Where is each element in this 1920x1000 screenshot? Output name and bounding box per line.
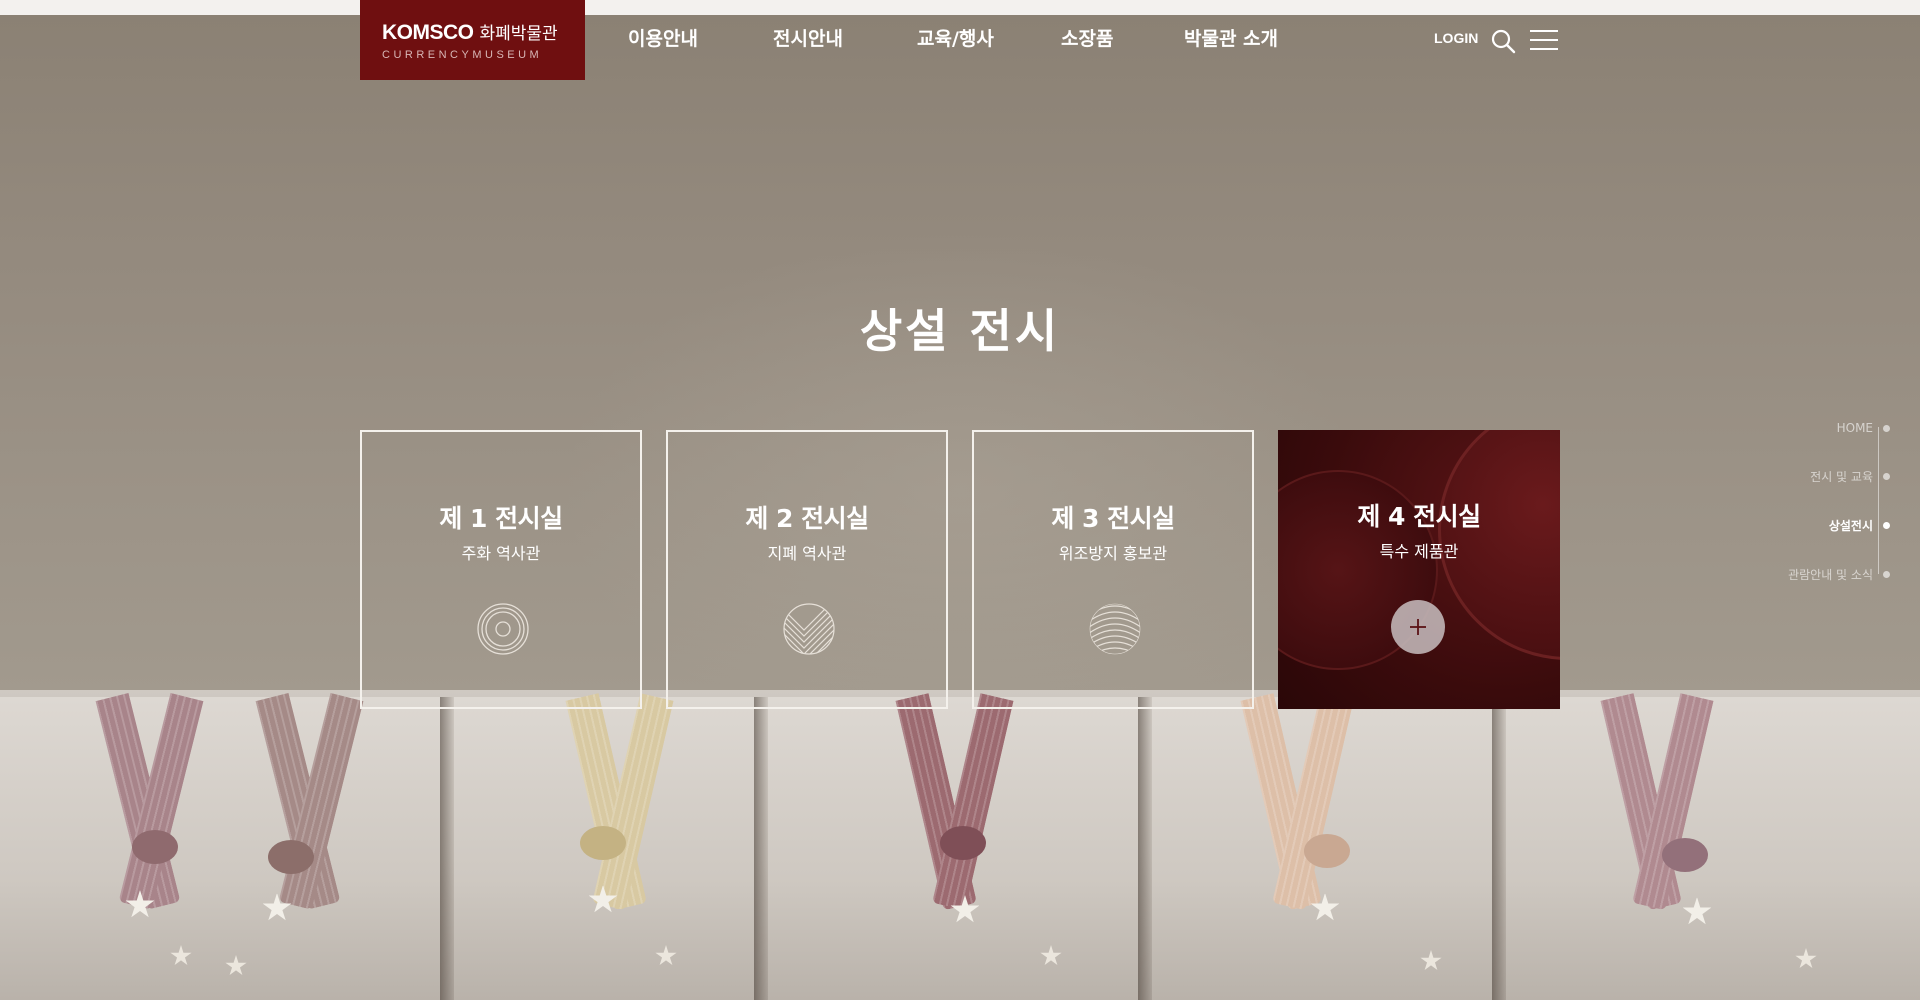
pedestal-shadow [440, 697, 454, 1000]
nav-item-exhibition[interactable]: 전시안내 [773, 24, 843, 51]
fingerprint-icon [1089, 603, 1141, 655]
logo-brand: KOMSCO [382, 21, 474, 44]
hamburger-menu-icon[interactable] [1530, 28, 1558, 52]
side-nav-label: 상설전시 [1828, 518, 1873, 533]
side-nav-item-exhibition-education[interactable]: 전시 및 교육 [1810, 468, 1890, 484]
login-link[interactable]: LOGIN [1434, 30, 1478, 46]
medal-bow [940, 826, 986, 860]
side-nav-dot [1883, 521, 1890, 529]
exhibition-hall-card-1[interactable]: 제 1 전시실 주화 역사관 [360, 430, 642, 709]
pedestal-shadow [754, 697, 768, 1000]
side-nav-item-home[interactable]: HOME [1837, 420, 1890, 436]
logo-subtitle: CURRENCYMUSEUM [382, 49, 543, 61]
pedestal [0, 697, 440, 1000]
card-subtitle: 지폐 역사관 [767, 544, 847, 563]
logo-korean-name: 화폐박물관 [479, 24, 558, 44]
side-nav-label: HOME [1836, 421, 1873, 435]
card-title: 제 1 전시실 [439, 504, 563, 533]
nav-item-about[interactable]: 박물관 소개 [1184, 24, 1278, 51]
card-subtitle: 주화 역사관 [461, 544, 541, 563]
side-nav-dot [1883, 570, 1890, 578]
medal-bow [268, 840, 314, 874]
medal-bow [1662, 838, 1708, 872]
side-nav-dot [1883, 424, 1890, 432]
nav-item-guide[interactable]: 이용안내 [628, 24, 698, 51]
exhibition-hall-card-2[interactable]: 제 2 전시실 지폐 역사관 [666, 430, 948, 709]
card-subtitle: 특수 제품관 [1379, 542, 1459, 561]
side-nav-item-permanent[interactable]: 상설전시 [1829, 517, 1890, 533]
card-subtitle: 위조방지 홍보관 [1058, 544, 1168, 563]
top-strip [0, 0, 1920, 15]
side-nav-line [1878, 427, 1879, 574]
plus-icon [1410, 619, 1426, 635]
side-nav-label: 전시 및 교육 [1810, 469, 1873, 484]
pedestal [1506, 697, 1920, 1000]
medal-bow [1304, 834, 1350, 868]
side-section-nav: HOME 전시 및 교육 상설전시 관람안내 및 소식 [1760, 420, 1890, 582]
plus-button[interactable] [1391, 600, 1445, 654]
search-icon[interactable] [1490, 28, 1516, 54]
banknote-lines-icon [783, 603, 835, 655]
coin-rings-icon [477, 603, 529, 655]
card-title: 제 2 전시실 [745, 504, 869, 533]
pedestal-shadow [1138, 697, 1152, 1000]
page-title: 상설 전시 [859, 304, 1061, 358]
site-logo[interactable]: KOMSCO 화폐박물관 CURRENCYMUSEUM [360, 0, 585, 80]
nav-item-collection[interactable]: 소장품 [1061, 24, 1113, 51]
medal-bow [580, 826, 626, 860]
card-title: 제 3 전시실 [1051, 504, 1175, 533]
side-nav-item-visit-info[interactable]: 관람안내 및 소식 [1788, 566, 1890, 582]
medal-bow [132, 830, 178, 864]
exhibition-hall-card-3[interactable]: 제 3 전시실 위조방지 홍보관 [972, 430, 1254, 709]
nav-item-education[interactable]: 교육/행사 [917, 24, 994, 51]
card-title: 제 4 전시실 [1357, 502, 1481, 531]
exhibition-hall-card-4[interactable]: 제 4 전시실 특수 제품관 [1278, 430, 1560, 709]
side-nav-label: 관람안내 및 소식 [1788, 567, 1873, 582]
side-nav-dot [1883, 472, 1890, 480]
pedestal-shadow [1492, 697, 1506, 1000]
